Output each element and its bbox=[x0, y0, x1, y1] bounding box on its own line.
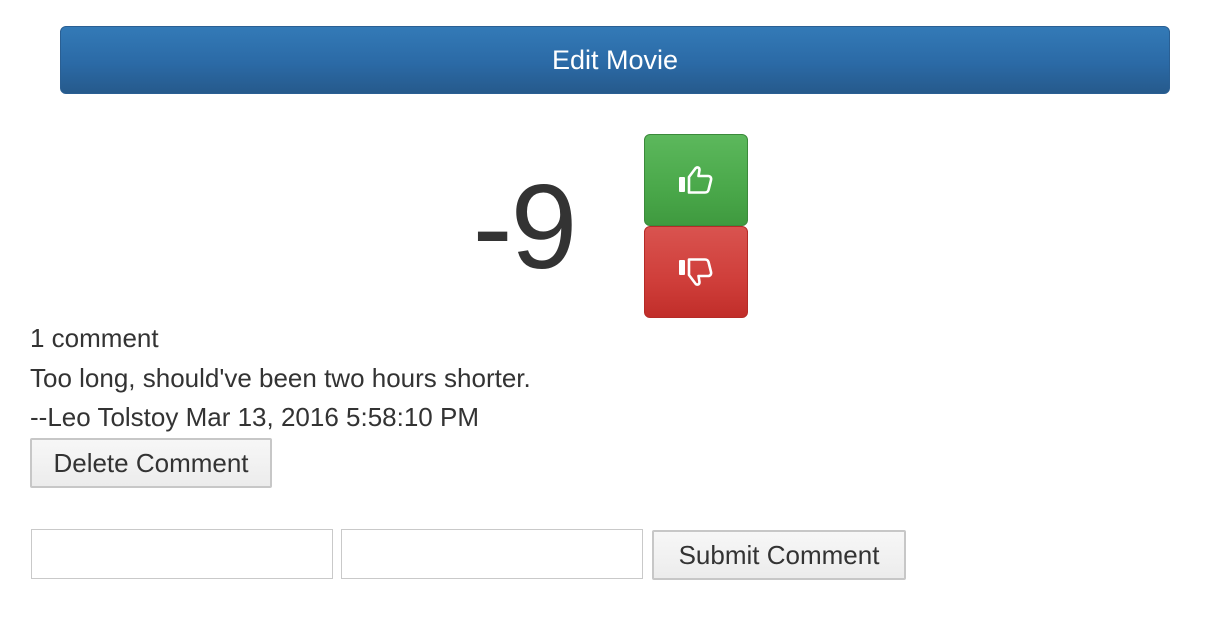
vote-score: -9 bbox=[472, 160, 578, 294]
delete-comment-button[interactable]: Delete Comment bbox=[30, 438, 272, 488]
comment-text: Too long, should've been two hours short… bbox=[30, 363, 531, 393]
thumbs-up-icon bbox=[676, 160, 716, 200]
movie-page: Edit Movie -9 1 comment Too long, should… bbox=[0, 0, 1212, 624]
upvote-button[interactable] bbox=[644, 134, 748, 226]
author-input[interactable] bbox=[31, 529, 333, 579]
submit-comment-button[interactable]: Submit Comment bbox=[652, 530, 906, 580]
comment-author-date: --Leo Tolstoy Mar 13, 2016 5:58:10 PM bbox=[30, 402, 479, 432]
comment-count: 1 comment bbox=[30, 323, 159, 353]
comment-input[interactable] bbox=[341, 529, 643, 579]
downvote-button[interactable] bbox=[644, 226, 748, 318]
thumbs-down-icon bbox=[676, 252, 716, 292]
edit-movie-button[interactable]: Edit Movie bbox=[60, 26, 1170, 94]
